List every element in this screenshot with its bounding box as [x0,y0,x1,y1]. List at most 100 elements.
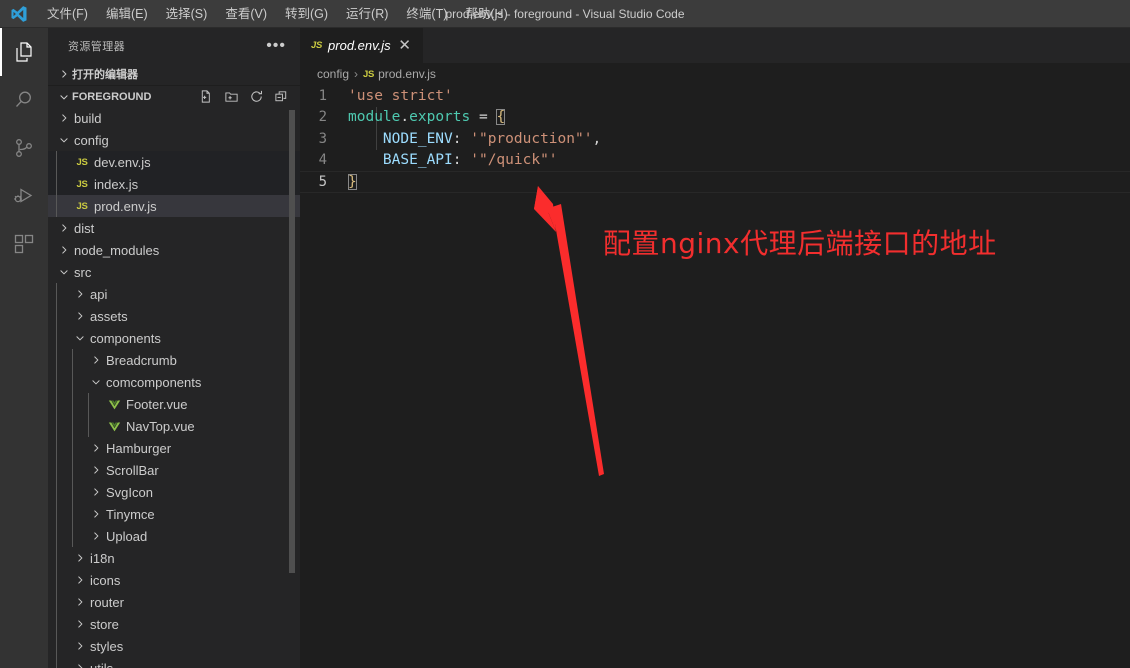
tree-item-utils[interactable]: utils [48,657,300,668]
tree-item-label: config [74,132,109,148]
chevron-right-icon[interactable] [88,481,104,503]
tree-item-node-modules[interactable]: node_modules [48,239,300,261]
tree-item-icons[interactable]: icons [48,569,300,591]
activity-source-control[interactable] [0,124,48,172]
tree-item-assets[interactable]: assets [48,305,300,327]
menu-help[interactable]: 帮助(H) [456,0,516,28]
indent-guides [48,195,72,217]
tree-item-src[interactable]: src [48,261,300,283]
chevron-right-icon[interactable] [88,459,104,481]
activity-explorer[interactable] [0,28,48,76]
chevron-right-icon[interactable] [72,305,88,327]
chevron-right-icon[interactable] [72,547,88,569]
chevron-right-icon[interactable] [72,569,88,591]
menu-view[interactable]: 查看(V) [216,0,276,28]
chevron-right-icon[interactable] [88,503,104,525]
tree-item-api[interactable]: api [48,283,300,305]
indent-guides [48,503,88,525]
chevron-right-icon[interactable] [88,525,104,547]
tree-item-prod-env-js[interactable]: JS prod.env.js [48,195,300,217]
menu-run[interactable]: 运行(R) [337,0,397,28]
tree-item-i18n[interactable]: i18n [48,547,300,569]
chevron-right-icon[interactable] [72,635,88,657]
tree-item-dev-env-js[interactable]: JS dev.env.js [48,151,300,173]
code-editor[interactable]: 1'use strict' 2 module.exports = {3 NODE_E… [300,85,1130,668]
tree-item-upload[interactable]: Upload [48,525,300,547]
tree-item-svgicon[interactable]: SvgIcon [48,481,300,503]
activity-extensions[interactable] [0,220,48,268]
tab-prod-env-js[interactable]: JS prod.env.js ✕ [300,28,424,63]
tree-item-dist[interactable]: dist [48,217,300,239]
menu-edit[interactable]: 编辑(E) [97,0,157,28]
tree-item-hamburger[interactable]: Hamburger [48,437,300,459]
indent-unit [56,437,64,459]
tree-item-navtop-vue[interactable]: NavTop.vue [48,415,300,437]
tree-item-config[interactable]: config [48,129,300,151]
chevron-right-icon[interactable] [72,591,88,613]
indent-unit [64,327,72,349]
activity-run-debug[interactable] [0,172,48,220]
chevron-right-icon[interactable] [88,349,104,371]
tree-item-styles[interactable]: styles [48,635,300,657]
tree-item-label: SvgIcon [106,484,153,500]
chevron-right-icon[interactable] [56,107,72,129]
chevron-right-icon[interactable] [72,283,88,305]
chevron-right-icon[interactable] [72,657,88,668]
indent-unit [64,569,72,591]
tree-item-comcomponents[interactable]: comcomponents [48,371,300,393]
chevron-right-icon[interactable] [72,613,88,635]
tree-item-build[interactable]: build [48,107,300,129]
menu-file[interactable]: 文件(F) [38,0,97,28]
new-file-button[interactable] [195,86,217,108]
tree-item-router[interactable]: router [48,591,300,613]
workspace-section-header[interactable]: FOREGROUND [48,85,300,107]
tree-item-scrollbar[interactable]: ScrollBar [48,459,300,481]
code-line-text: BASE_API: '"/quick"' [348,152,558,168]
vue-file-icon [104,415,124,437]
indent-unit [48,305,56,327]
indent-unit [64,481,72,503]
sidebar-scrollbar[interactable] [289,110,295,573]
code-line-5[interactable]: 5} [300,171,1130,193]
tree-item-store[interactable]: store [48,613,300,635]
code-line-2[interactable]: 2 module.exports = { [300,107,1130,129]
breadcrumb-folder[interactable]: config [317,67,349,81]
indent-unit [64,195,72,217]
chevron-down-icon[interactable] [56,129,72,151]
new-folder-button[interactable] [220,86,242,108]
breadcrumb-file[interactable]: JS prod.env.js [363,67,436,81]
indent-unit [64,459,72,481]
indent-unit [48,349,56,371]
chevron-down-icon[interactable] [72,327,88,349]
tree-item-tinymce[interactable]: Tinymce [48,503,300,525]
chevron-down-icon[interactable] [88,371,104,393]
menu-go[interactable]: 转到(G) [276,0,337,28]
code-line-3[interactable]: 3 NODE_ENV: '"production"', [300,128,1130,150]
tree-item-index-js[interactable]: JS index.js [48,173,300,195]
indent-guides [48,261,56,283]
collapse-all-button[interactable] [270,86,292,108]
indent-unit [48,283,56,305]
chevron-right-icon[interactable] [56,239,72,261]
chevron-right-icon[interactable] [88,437,104,459]
code-line-4[interactable]: 4 BASE_API: '"/quick"' [300,150,1130,172]
chevron-down-icon[interactable] [56,261,72,283]
tree-item-footer-vue[interactable]: Footer.vue [48,393,300,415]
menu-terminal[interactable]: 终端(T) [397,0,456,28]
indent-guides [48,151,72,173]
indent-unit [48,415,56,437]
code-token: module [348,109,401,126]
tree-item-components[interactable]: components [48,327,300,349]
close-icon[interactable]: ✕ [397,38,413,54]
code-line-1[interactable]: 1 'use strict' [300,85,1130,107]
indent-guides [48,393,104,415]
chevron-right-icon[interactable] [56,217,72,239]
activity-search[interactable] [0,76,48,124]
ellipsis-icon[interactable]: ••• [260,37,292,53]
breadcrumb: config › JS prod.env.js [300,63,1130,85]
open-editors-section-header[interactable]: 打开的编辑器 [48,63,300,85]
tree-item-breadcrumb[interactable]: Breadcrumb [48,349,300,371]
code-token: : [452,130,471,147]
refresh-explorer-button[interactable] [245,86,267,108]
menu-selection[interactable]: 选择(S) [157,0,217,28]
